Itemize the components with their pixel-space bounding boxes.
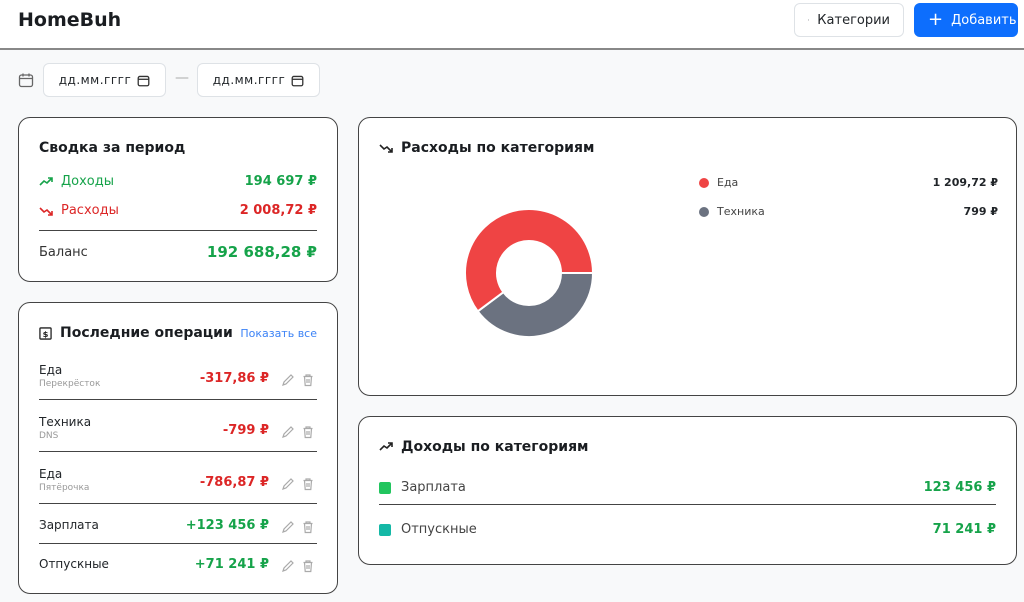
operation-amount: -786,87 ₽ <box>199 475 269 490</box>
category-color-swatch <box>379 523 391 536</box>
trending-down-icon <box>379 144 393 153</box>
edit-icon[interactable] <box>281 559 295 573</box>
divider <box>39 230 317 231</box>
balance-label: Баланс <box>39 244 88 260</box>
operation-category: Еда <box>39 467 63 481</box>
income-label: Доходы <box>61 174 115 189</box>
expenses-donut-chart <box>464 208 595 338</box>
edit-icon[interactable] <box>281 373 295 387</box>
income-category-row: Зарплата 123 456 ₽ <box>379 480 996 495</box>
legend-item: Техника 799 ₽ <box>699 205 998 218</box>
category-name: Отпускные <box>401 522 477 537</box>
date-to-placeholder: дд.мм.гггг <box>212 73 286 87</box>
expenses-by-category-card: Расходы по категориям Еда 1 209,72 ₽ Техни… <box>358 117 1017 396</box>
receipt-icon: $ <box>39 326 52 340</box>
edit-icon[interactable] <box>281 425 295 439</box>
balance-value: 192 688,28 ₽ <box>206 243 317 261</box>
operation-amount: +123 456 ₽ <box>185 518 269 533</box>
date-separator: — <box>175 70 189 86</box>
operation-category: Еда <box>39 363 63 377</box>
operation-description: Перекрёсток <box>39 379 101 389</box>
income-value: 194 697 ₽ <box>244 174 317 189</box>
svg-text:$: $ <box>43 328 49 338</box>
recent-title: Последние операции <box>60 325 233 341</box>
trending-up-icon <box>379 442 393 451</box>
trending-up-icon <box>39 176 53 186</box>
date-to-input[interactable]: дд.мм.гггг <box>197 63 320 97</box>
category-name: Зарплата <box>401 480 466 495</box>
operation-amount: -799 ₽ <box>222 423 269 438</box>
delete-icon[interactable] <box>301 373 315 387</box>
date-from-input[interactable]: дд.мм.гггг <box>43 63 166 97</box>
delete-icon[interactable] <box>301 477 315 491</box>
expense-value: 2 008,72 ₽ <box>239 203 317 218</box>
legend-label: Техника <box>717 205 765 218</box>
date-from-placeholder: дд.мм.гггг <box>58 73 132 87</box>
edit-icon[interactable] <box>281 477 295 491</box>
categories-button[interactable]: Категории <box>794 3 904 37</box>
summary-title: Сводка за период <box>39 140 186 156</box>
add-label: Добавить <box>951 12 1017 28</box>
category-value: 123 456 ₽ <box>923 480 996 495</box>
operation-row: Техника DNS -799 ₽ <box>39 409 317 455</box>
operation-row: Еда Перекрёсток -317,86 ₽ <box>39 357 317 403</box>
divider <box>379 504 996 505</box>
edit-icon[interactable] <box>281 520 295 534</box>
operation-row: Отпускные +71 241 ₽ <box>39 549 317 595</box>
summary-card: Сводка за период Доходы 194 697 ₽ Расход… <box>18 117 338 282</box>
operation-category: Отпускные <box>39 557 109 571</box>
recent-operations-card: $ Последние операции Показать все Еда Пер… <box>18 302 338 594</box>
operation-description: DNS <box>39 431 59 441</box>
legend-item: Еда 1 209,72 ₽ <box>699 176 998 189</box>
category-color-swatch <box>379 481 391 494</box>
delete-icon[interactable] <box>301 425 315 439</box>
plus-icon: + <box>928 9 944 30</box>
income-category-row: Отпускные 71 241 ₽ <box>379 522 996 537</box>
app-header: HomeBuh Категории + Добавить <box>0 0 1024 50</box>
calendar-picker-icon[interactable] <box>137 74 150 87</box>
show-all-link[interactable]: Показать все <box>240 327 317 340</box>
divider <box>39 503 317 504</box>
legend-label: Еда <box>717 176 739 189</box>
legend-dot <box>699 206 709 217</box>
calendar-picker-icon[interactable] <box>291 74 304 87</box>
expenses-title: Расходы по категориям <box>401 140 595 156</box>
delete-icon[interactable] <box>301 520 315 534</box>
incomes-by-category-card: Доходы по категориям Зарплата 123 456 ₽ От… <box>358 416 1017 565</box>
legend-dot <box>699 177 709 188</box>
gear-icon <box>808 19 810 21</box>
trending-down-icon <box>39 206 53 216</box>
operation-category: Техника <box>39 415 92 429</box>
operation-amount: +71 241 ₽ <box>194 557 269 572</box>
divider <box>39 399 317 400</box>
app-brand: HomeBuh <box>18 9 122 31</box>
operation-row: Еда Пятёрочка -786,87 ₽ <box>39 461 317 507</box>
calendar-icon <box>18 73 34 88</box>
legend-value: 799 ₽ <box>963 205 998 218</box>
operation-description: Пятёрочка <box>39 483 90 493</box>
divider <box>39 451 317 452</box>
add-button[interactable]: + Добавить <box>914 3 1018 37</box>
divider <box>39 543 317 544</box>
categories-label: Категории <box>817 12 890 28</box>
expense-label: Расходы <box>61 203 119 218</box>
operation-category: Зарплата <box>39 518 99 532</box>
incomes-title: Доходы по категориям <box>401 439 589 455</box>
legend-value: 1 209,72 ₽ <box>932 176 998 189</box>
category-value: 71 241 ₽ <box>932 522 996 537</box>
operation-amount: -317,86 ₽ <box>199 371 269 386</box>
delete-icon[interactable] <box>301 559 315 573</box>
